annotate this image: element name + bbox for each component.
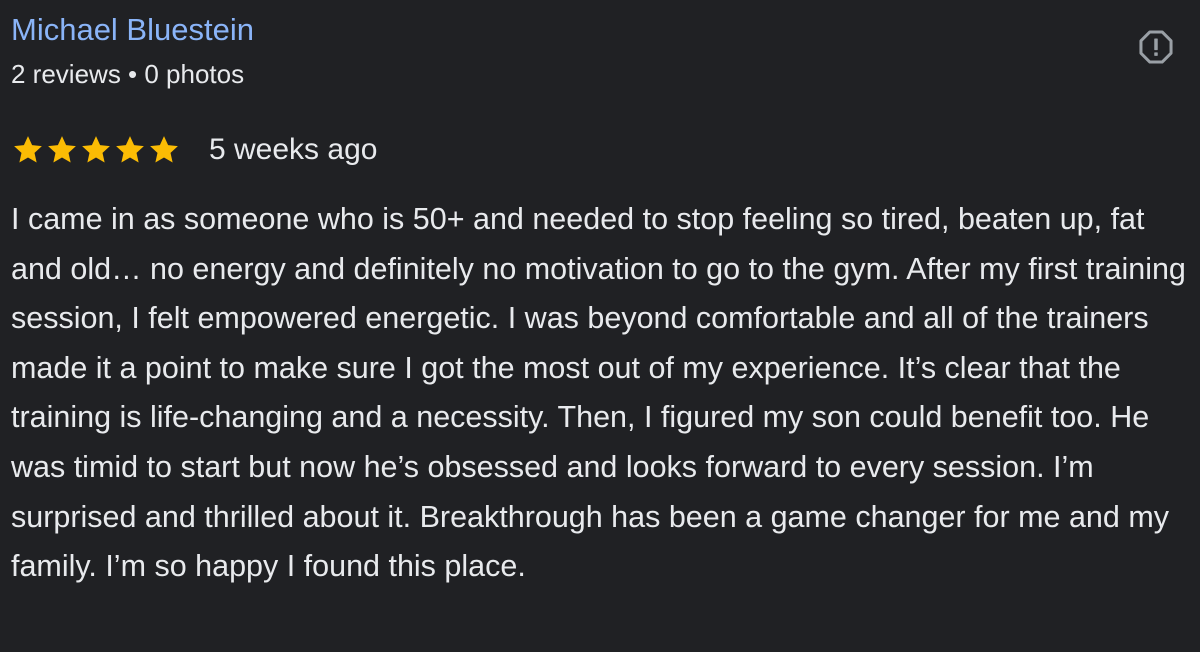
- reviewer-name[interactable]: Michael Bluestein: [11, 10, 254, 50]
- star-icon: [82, 136, 110, 163]
- rating-row: 5 weeks ago: [11, 130, 377, 170]
- star-rating: [11, 133, 181, 167]
- report-flag-icon: [1139, 30, 1173, 64]
- review-date: 5 weeks ago: [209, 133, 378, 166]
- star-icon: [116, 136, 144, 163]
- star-icon: [14, 136, 42, 163]
- star-icon: [150, 136, 178, 163]
- reviewer-meta: 2 reviews • 0 photos: [11, 59, 245, 89]
- review-text: I came in as someone who is 50+ and need…: [11, 202, 1186, 584]
- report-review-button[interactable]: [1136, 27, 1176, 67]
- review-card: Michael Bluestein 2 reviews • 0 photos 5…: [0, 0, 1200, 652]
- star-icon: [48, 136, 76, 163]
